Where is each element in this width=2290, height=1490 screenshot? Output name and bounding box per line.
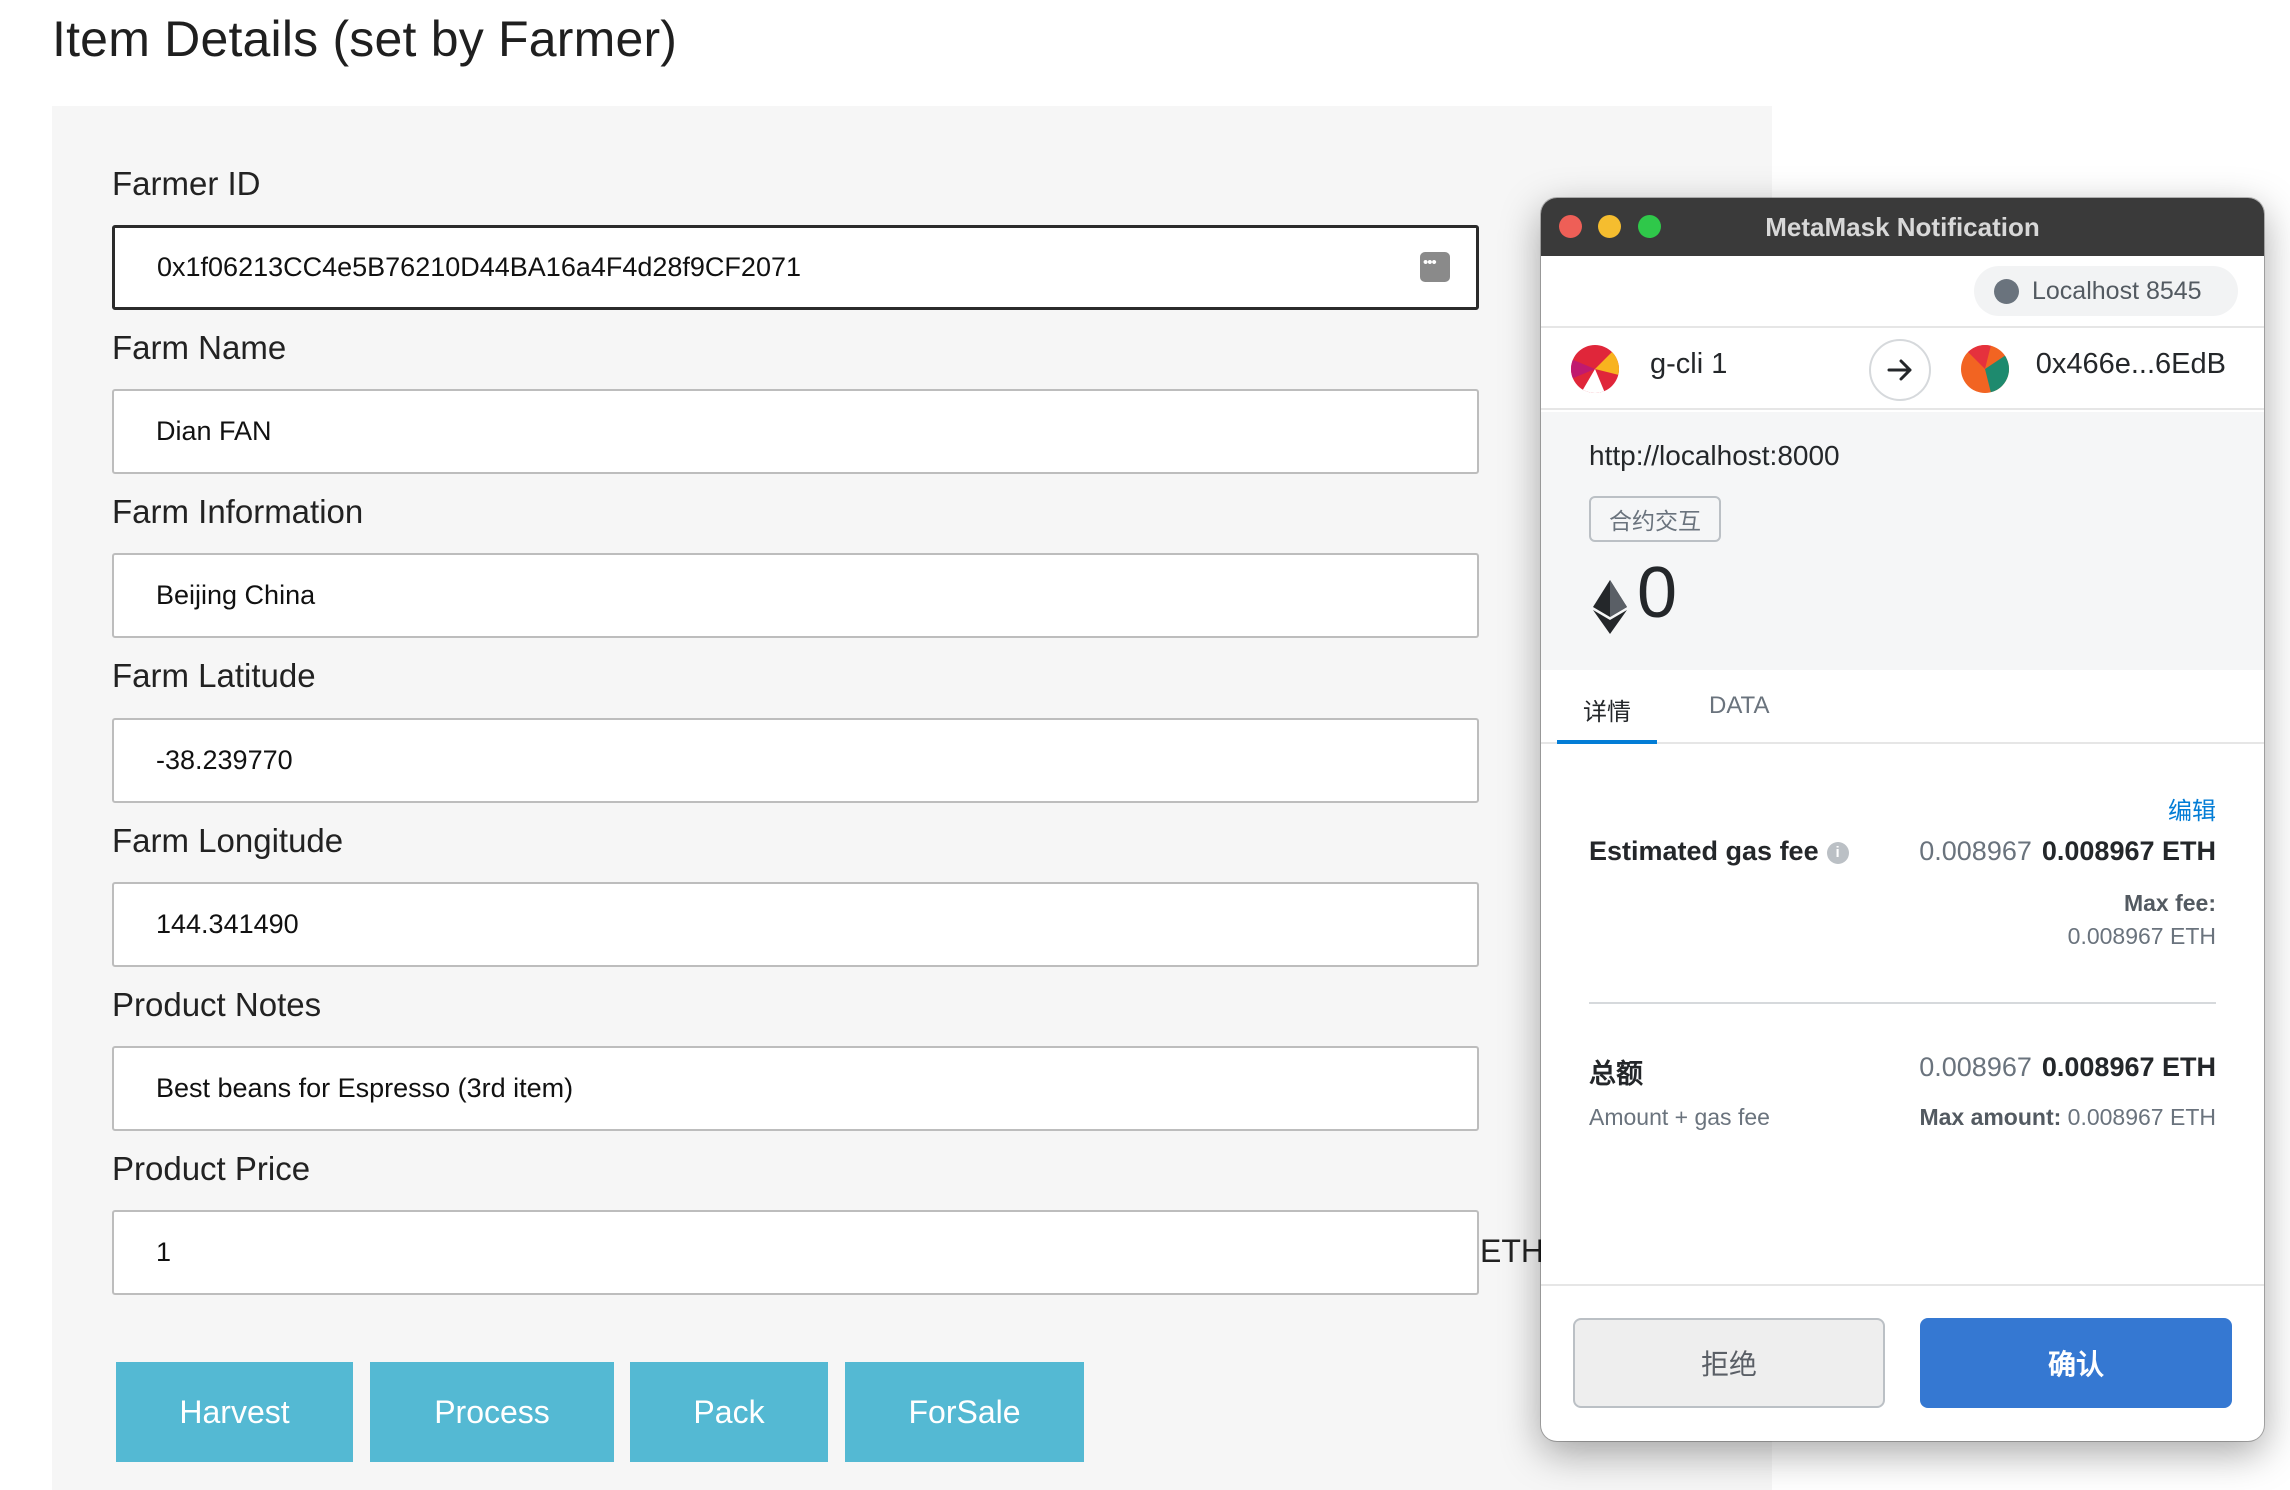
- farm-information-input[interactable]: Beijing China: [112, 553, 1479, 638]
- gas-fee-value: 0.008967 0.008967 ETH: [1919, 836, 2216, 867]
- info-icon[interactable]: i: [1826, 842, 1849, 864]
- total-value: 0.008967 0.008967 ETH: [1919, 1052, 2216, 1083]
- transaction-type-badge: 合约交互: [1589, 496, 1721, 542]
- origin-url: http://localhost:8000: [1589, 440, 1840, 471]
- edit-gas-link[interactable]: 编辑: [2168, 791, 2216, 826]
- product-price-input[interactable]: 1: [112, 1210, 1479, 1295]
- max-amount-row: Max amount: 0.008967 ETH: [1919, 1104, 2216, 1131]
- account-transfer-row: g-cli 1 0x466e...6EdB: [1541, 326, 2264, 410]
- network-indicator[interactable]: Localhost 8545: [1974, 266, 2238, 316]
- product-notes-label: Product Notes: [112, 986, 322, 1023]
- password-manager-icon[interactable]: [1420, 252, 1450, 282]
- farm-longitude-input[interactable]: 144.341490: [112, 882, 1479, 967]
- tab-data[interactable]: DATA: [1709, 692, 1769, 720]
- forsale-button[interactable]: ForSale: [845, 1362, 1084, 1462]
- network-name: Localhost 8545: [2032, 276, 2202, 305]
- arrow-right-icon: [1869, 339, 1931, 401]
- product-price-label: Product Price: [112, 1150, 311, 1187]
- detail-tabs: 详情 DATA: [1541, 670, 2264, 744]
- confirm-button[interactable]: 确认: [1920, 1318, 2232, 1408]
- total-sub-label: Amount + gas fee: [1589, 1104, 1770, 1130]
- farm-name-label: Farm Name: [112, 329, 287, 366]
- from-account-avatar-icon: [1571, 345, 1619, 393]
- harvest-button[interactable]: Harvest: [116, 1362, 353, 1462]
- total-label: 总额: [1589, 1059, 1643, 1089]
- gas-fee-eth-value: 0.008967 ETH: [2041, 836, 2216, 866]
- total-eth-value: 0.008967 ETH: [2041, 1052, 2216, 1082]
- network-icon: [1994, 279, 2019, 304]
- product-notes-input[interactable]: Best beans for Espresso (3rd item): [112, 1046, 1479, 1131]
- transaction-summary: http://localhost:8000 合约交互 0: [1541, 412, 2264, 670]
- action-footer: 拒绝 确认: [1541, 1284, 2264, 1441]
- window-title: MetaMask Notification: [1765, 211, 2040, 242]
- gas-fee-label-text: Estimated gas fee: [1589, 836, 1819, 866]
- farm-longitude-label: Farm Longitude: [112, 822, 344, 859]
- summary-divider: [1589, 1002, 2216, 1004]
- close-window-button[interactable]: [1559, 215, 1582, 238]
- product-notes-value: Best beans for Espresso (3rd item): [156, 1073, 574, 1103]
- active-tab-indicator: [1557, 740, 1657, 744]
- farmer-id-value: 0x1f06213CC4e5B76210D44BA16a4F4d28f9CF20…: [157, 252, 801, 282]
- reject-button[interactable]: 拒绝: [1573, 1318, 1885, 1408]
- total-fiat-value: 0.008967: [1919, 1052, 2032, 1082]
- metamask-notification-window: MetaMask Notification Localhost 8545 g-c…: [1541, 198, 2264, 1441]
- to-account-avatar-icon: [1961, 345, 2009, 393]
- process-button[interactable]: Process: [370, 1362, 614, 1462]
- zoom-window-button[interactable]: [1638, 215, 1661, 238]
- farm-name-value: Dian FAN: [156, 416, 272, 446]
- ethereum-icon: [1593, 580, 1627, 639]
- farm-information-label: Farm Information: [112, 493, 364, 530]
- price-unit-label: ETH: [1480, 1233, 1544, 1269]
- max-fee-value: 0.008967 ETH: [2067, 923, 2216, 949]
- farm-longitude-value: 144.341490: [156, 909, 299, 939]
- farm-name-input[interactable]: Dian FAN: [112, 389, 1479, 474]
- farmer-id-input[interactable]: 0x1f06213CC4e5B76210D44BA16a4F4d28f9CF20…: [112, 225, 1479, 310]
- farm-latitude-value: -38.239770: [156, 745, 293, 775]
- from-account-name[interactable]: g-cli 1: [1650, 348, 1727, 381]
- transaction-amount: 0: [1637, 553, 1678, 633]
- tab-details[interactable]: 详情: [1583, 692, 1631, 727]
- farmer-id-label: Farmer ID: [112, 165, 261, 202]
- max-amount-value: 0.008967 ETH: [2067, 1104, 2216, 1130]
- pack-button[interactable]: Pack: [630, 1362, 828, 1462]
- gas-fee-label: Estimated gas fee i: [1589, 836, 1849, 867]
- max-fee-label: Max fee:: [2123, 890, 2216, 916]
- product-price-value: 1: [156, 1237, 172, 1267]
- to-account-address[interactable]: 0x466e...6EdB: [2036, 348, 2226, 381]
- gas-fee-fiat-value: 0.008967: [1919, 836, 2032, 866]
- page-title: Item Details (set by Farmer): [52, 11, 678, 67]
- farm-information-value: Beijing China: [156, 580, 316, 610]
- farm-latitude-label: Farm Latitude: [112, 657, 316, 694]
- minimize-window-button[interactable]: [1598, 215, 1621, 238]
- window-titlebar: MetaMask Notification: [1541, 198, 2264, 256]
- max-amount-label: Max amount:: [1919, 1104, 2062, 1130]
- farm-latitude-input[interactable]: -38.239770: [112, 718, 1479, 803]
